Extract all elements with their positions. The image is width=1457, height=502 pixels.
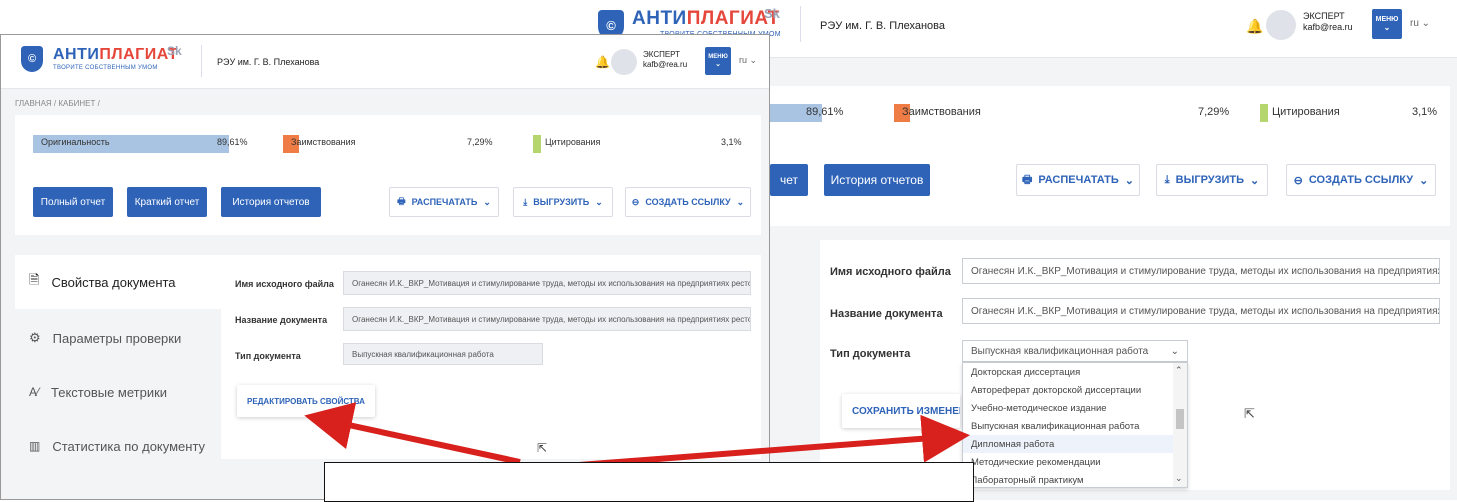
annotation-arrows (304, 402, 970, 471)
callout-box (324, 462, 974, 502)
arrow-to-edit-button (304, 402, 521, 465)
